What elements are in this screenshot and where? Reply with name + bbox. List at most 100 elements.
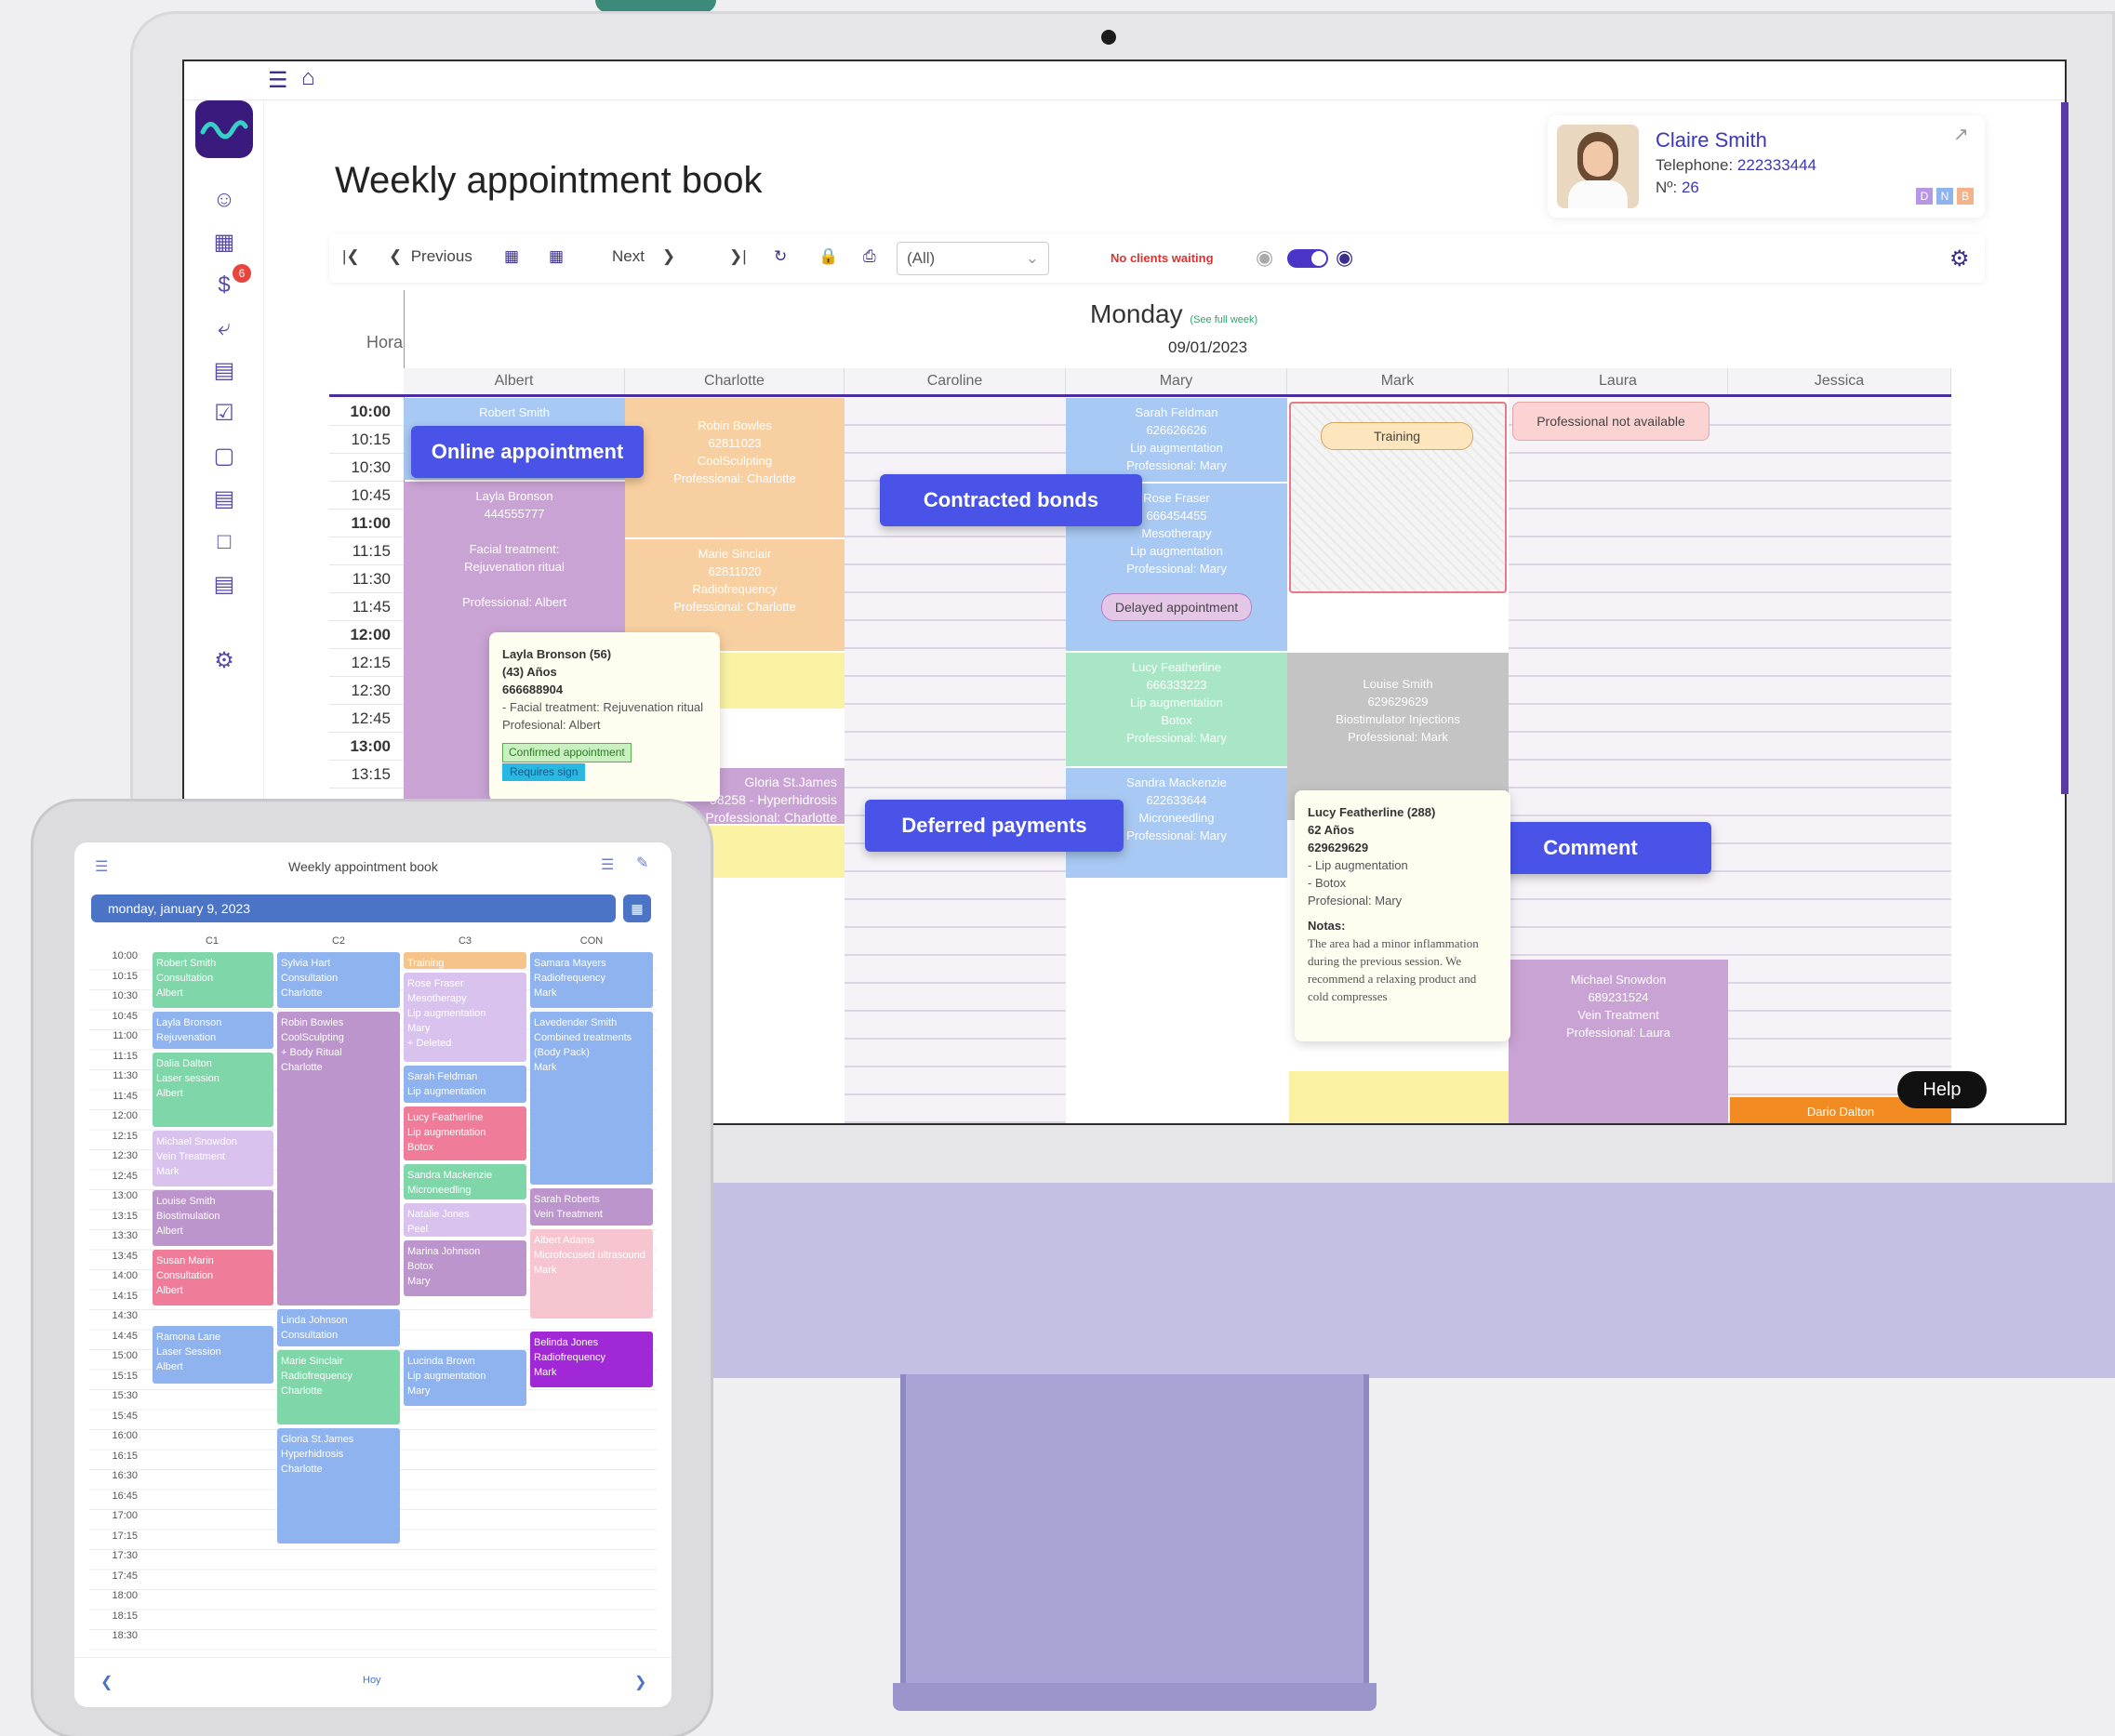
tablet-time-slot: 15:15	[112, 1370, 138, 1382]
help-button[interactable]: Help	[1897, 1071, 1987, 1108]
see-full-week-link[interactable]: (See full week)	[1190, 314, 1257, 325]
last-icon[interactable]: ❯|	[729, 247, 747, 266]
tablet-appt[interactable]: Layla Bronson Rejuvenation	[153, 1012, 273, 1049]
appointment-yellow-3[interactable]	[1289, 1071, 1509, 1123]
patient-name: Claire Smith	[1656, 128, 1767, 152]
tablet-appt[interactable]: Samara Mayers Radiofrequency Mark	[530, 952, 653, 1008]
edit-icon[interactable]: ✎	[636, 854, 648, 872]
gear-icon[interactable]: ⚙	[1949, 245, 1970, 272]
column-mark[interactable]: Mark	[1287, 368, 1509, 394]
notification-badge: 6	[233, 264, 251, 283]
previous-button[interactable]: ❮ Previous	[389, 247, 472, 266]
tablet-appt[interactable]: Dalia Dalton Laser session Albert	[153, 1053, 273, 1127]
tablet-appt[interactable]: Robert Smith Consultation Albert	[153, 952, 273, 1008]
appointment-lucy[interactable]: Lucy Featherline 666333223 Lip augmentat…	[1066, 653, 1287, 766]
tablet-appt[interactable]: Marie Sinclair Radiofrequency Charlotte	[277, 1350, 400, 1425]
external-link-icon[interactable]: ↗	[1953, 123, 1969, 146]
lock-icon[interactable]: 🔒	[818, 247, 838, 266]
time-slot: 11:30	[329, 565, 404, 593]
appointment-robin[interactable]: Robin Bowles 62811023 CoolSculpting Prof…	[625, 398, 845, 537]
tooltip-treatment: - Lip augmentation	[1308, 858, 1408, 872]
first-icon[interactable]: |❮	[342, 247, 360, 266]
tablet-appt[interactable]: Belinda Jones Radiofrequency Mark	[530, 1332, 653, 1387]
column-mary[interactable]: Mary	[1066, 368, 1287, 394]
today-button[interactable]: Hoy	[363, 1675, 381, 1686]
tablet-time-slot: 18:15	[112, 1610, 138, 1622]
document-icon[interactable]: ▤	[210, 485, 238, 513]
menu-icon[interactable]: ☰	[95, 857, 108, 876]
user-icon[interactable]: ☺	[210, 186, 238, 214]
list-icon[interactable]: ☰	[601, 855, 614, 874]
tablet-appt[interactable]: Natalie Jones Peel	[404, 1203, 526, 1237]
print-icon[interactable]: ⎙	[863, 247, 876, 266]
camera-dot	[1101, 30, 1116, 45]
waiting-status: No clients waiting	[1111, 251, 1214, 265]
tablet-appt[interactable]: Marina Johnson Botox Mary	[404, 1240, 526, 1296]
tablet-appt[interactable]: Susan Marin Consultation Albert	[153, 1250, 273, 1305]
column-caroline[interactable]: Caroline	[845, 368, 1066, 394]
tablet-appt[interactable]: Louise Smith Biostimulation Albert	[153, 1190, 273, 1246]
tablet-appt[interactable]: Lucy Featherline Lip augmentation Botox	[404, 1107, 526, 1160]
tablet-appt[interactable]: Gloria St.James Hyperhidrosis Charlotte	[277, 1428, 400, 1544]
tablet-col-c1: C1	[205, 935, 219, 947]
tablet-appt[interactable]: Training	[404, 952, 526, 969]
tablet-appt[interactable]: Rose Fraser Mesotherapy Lip augmentation…	[404, 973, 526, 1062]
column-laura[interactable]: Laura	[1509, 368, 1728, 394]
tablet-appt[interactable]: Albert Adams Microfocused ultrasound Mar…	[530, 1229, 653, 1319]
tablet-time-slot: 17:00	[112, 1510, 138, 1521]
tablet-appt[interactable]: Sylvia Hart Consultation Charlotte	[277, 952, 400, 1008]
calendar-icon[interactable]: ▦	[504, 247, 519, 266]
delayed-badge: Delayed appointment	[1101, 593, 1252, 621]
filter-select[interactable]: (All) ⌄	[897, 242, 1049, 275]
tablet-appt[interactable]: Linda Johnson Consultation	[277, 1309, 400, 1346]
online-toggle[interactable]	[1287, 249, 1328, 268]
prev-day-icon[interactable]: ❮	[100, 1673, 113, 1691]
checklist-icon[interactable]: ☑	[210, 400, 238, 428]
next-button[interactable]: Next ❯	[612, 247, 675, 266]
refresh-icon[interactable]: ↻	[774, 247, 787, 266]
app-logo[interactable]	[195, 100, 253, 158]
tablet-appt[interactable]: Lucinda Brown Lip augmentation Mary	[404, 1350, 526, 1406]
briefcase-icon[interactable]: ▢	[210, 443, 238, 470]
tablet-appt[interactable]: Sandra Mackenzie Microneedling	[404, 1164, 526, 1199]
today-icon[interactable]: ▦	[549, 247, 564, 266]
avatar	[1557, 125, 1639, 208]
tooltip-treatment: - Botox	[1308, 876, 1347, 890]
calendar-icon[interactable]: ▦	[210, 229, 238, 257]
tablet-col-c2: C2	[331, 935, 346, 947]
globe-off-icon[interactable]: ◉	[1256, 245, 1273, 270]
tablet-appt[interactable]: Robin Bowles CoolSculpting + Body Ritual…	[277, 1012, 400, 1305]
column-charlotte[interactable]: Charlotte	[625, 368, 845, 394]
column-jessica[interactable]: Jessica	[1728, 368, 1951, 394]
tablet-time-slot: 16:30	[112, 1470, 138, 1481]
tablet-appt[interactable]: Ramona Lane Laser Session Albert	[153, 1326, 273, 1384]
date-bar[interactable]: monday, january 9, 2023	[91, 895, 616, 922]
time-slot: 11:15	[329, 537, 404, 565]
menu-icon[interactable]: ☰	[268, 67, 288, 94]
tooltip-name: Layla Bronson (56)	[502, 647, 612, 661]
appointment-michael[interactable]: Michael Snowdon 689231524 Vein Treatment…	[1509, 960, 1728, 1123]
home-icon[interactable]: ⌂	[301, 65, 315, 91]
tablet-time-slot: 12:45	[112, 1170, 138, 1182]
file-icon[interactable]: □	[210, 528, 238, 556]
globe-icon[interactable]: ◉	[1336, 245, 1353, 270]
notes-label: Notas:	[1308, 919, 1346, 933]
tablet-appt[interactable]: Michael Snowdon Vein Treatment Mark	[153, 1131, 273, 1186]
time-slot: 12:45	[329, 705, 404, 733]
next-day-icon[interactable]: ❯	[634, 1673, 646, 1691]
chart-icon[interactable]: ▤	[210, 357, 238, 385]
appointment-sarah[interactable]: Sarah Feldman 626626626 Lip augmentation…	[1066, 398, 1287, 482]
report-icon[interactable]: ▤	[210, 571, 238, 599]
tablet-appt[interactable]: Lavedender Smith Combined treatments (Bo…	[530, 1012, 653, 1185]
calendar-icon[interactable]: ▦	[623, 895, 651, 922]
not-available-label: Professional not available	[1512, 402, 1709, 441]
share-icon[interactable]: ⤶	[210, 314, 238, 342]
tablet-appt[interactable]: Sarah Roberts Vein Treatment	[530, 1188, 653, 1226]
tablet-appt[interactable]: Sarah Feldman Lip augmentation	[404, 1066, 526, 1103]
settings-icon[interactable]: ⚙	[210, 647, 238, 675]
patient-card[interactable]: Claire Smith Telephone: 222333444 Nº: 26…	[1548, 115, 1985, 218]
column-albert[interactable]: Albert	[404, 368, 625, 394]
callout-online: Online appointment	[411, 426, 644, 478]
tablet-col-c3: C3	[458, 935, 472, 947]
tablet-time-slot: 10:15	[112, 970, 138, 982]
